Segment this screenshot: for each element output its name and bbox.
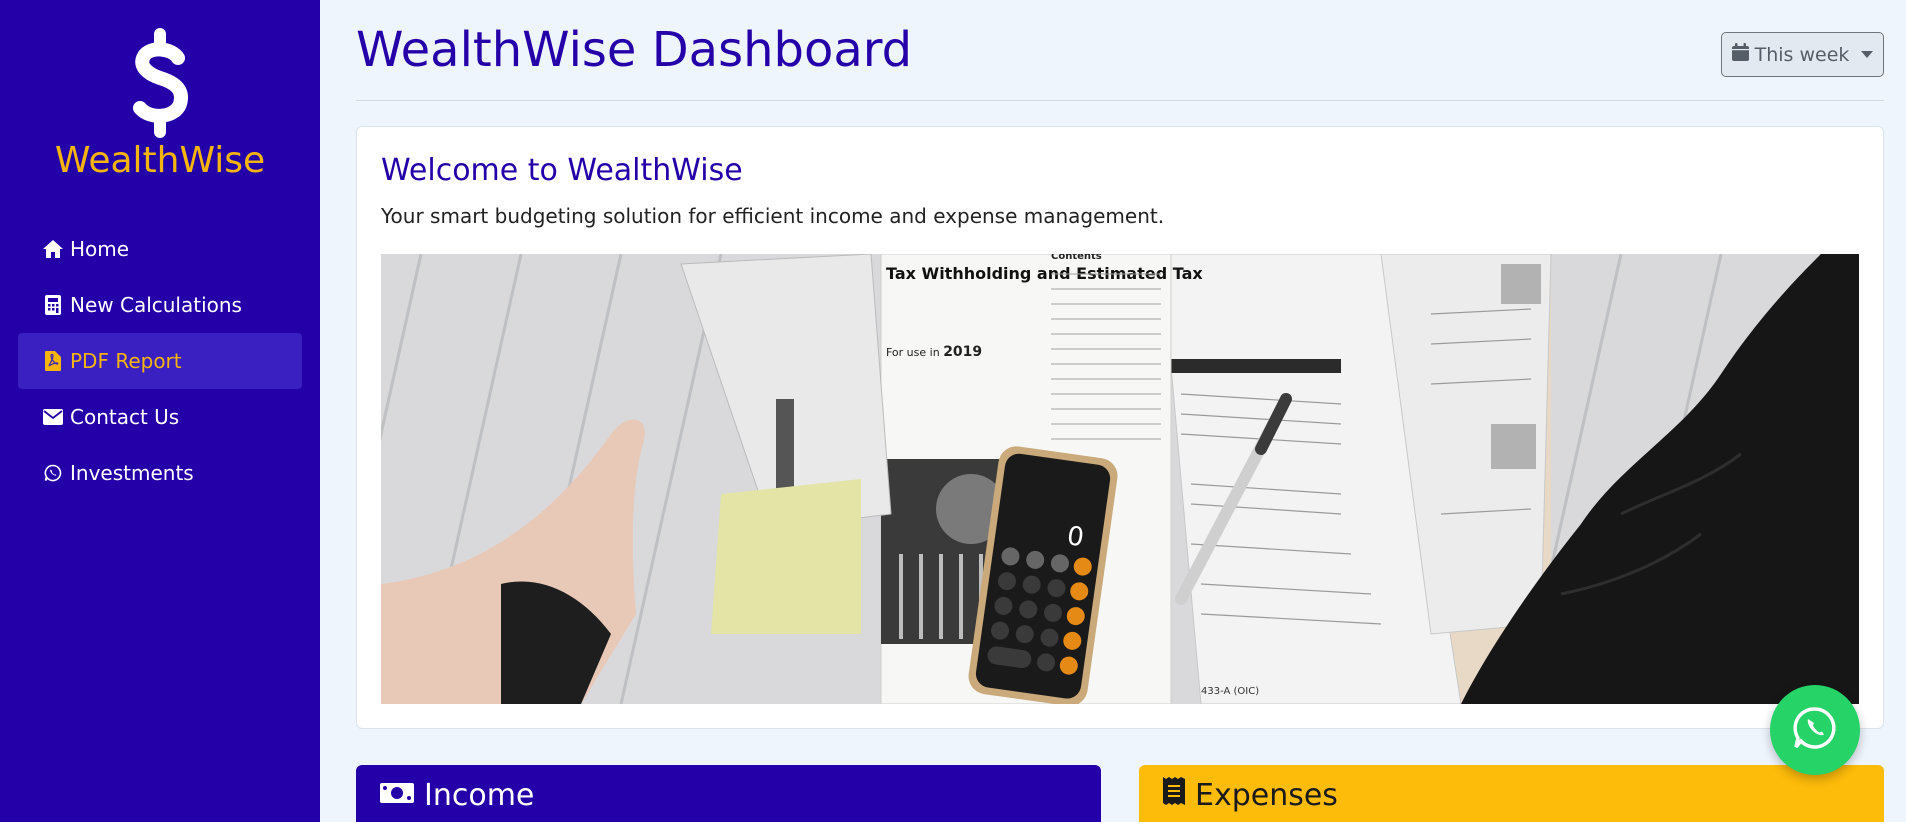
- calendar-icon: [1731, 43, 1749, 66]
- topbar: WealthWise Dashboard This week: [356, 0, 1884, 101]
- expenses-title: Expenses: [1195, 777, 1338, 813]
- booklet-use: For use in: [886, 346, 940, 359]
- calculator-icon: [42, 294, 64, 316]
- chevron-down-icon: [1861, 51, 1874, 58]
- envelope-icon: [42, 406, 64, 428]
- income-card-header: Income: [356, 765, 1101, 822]
- hero-image: Tax Withholding and Estimated Tax For us…: [381, 254, 1859, 704]
- expenses-card-header: Expenses: [1139, 765, 1884, 822]
- welcome-title: Welcome to WealthWise: [381, 153, 743, 188]
- money-bill-icon: [380, 778, 414, 813]
- welcome-subtitle: Your smart budgeting solution for effici…: [381, 204, 1165, 228]
- income-title: Income: [424, 777, 535, 813]
- sidebar-item-label: PDF Report: [70, 349, 182, 373]
- sidebar-item-label: New Calculations: [70, 293, 242, 317]
- sidebar-item-pdf-report[interactable]: PDF Report: [18, 333, 302, 389]
- brand-name: WealthWise: [54, 140, 266, 181]
- whatsapp-chat-button[interactable]: [1770, 685, 1860, 775]
- dollar-icon: [133, 28, 188, 138]
- sidebar: WealthWise Home New Calculations PDF Rep…: [0, 0, 320, 822]
- sidebar-item-investments[interactable]: Investments: [18, 445, 302, 501]
- sidebar-item-new-calculations[interactable]: New Calculations: [18, 277, 302, 333]
- whatsapp-icon: [42, 462, 64, 484]
- sidebar-item-label: Investments: [70, 461, 194, 485]
- sidebar-item-home[interactable]: Home: [18, 221, 302, 277]
- sidebar-item-label: Home: [70, 237, 130, 261]
- booklet-year: 2019: [943, 344, 982, 360]
- sidebar-item-contact-us[interactable]: Contact Us: [18, 389, 302, 445]
- welcome-card: Welcome to WealthWise Your smart budgeti…: [356, 126, 1884, 729]
- sidebar-nav: Home New Calculations PDF Report Contact…: [0, 221, 320, 501]
- receipt-icon: [1163, 777, 1185, 813]
- svg-text:For use in 2019: For use in 2019: [886, 344, 982, 360]
- booklet-contents: Contents: [1051, 254, 1102, 262]
- page-title: WealthWise Dashboard: [356, 22, 913, 78]
- brand[interactable]: WealthWise: [0, 0, 320, 181]
- sidebar-item-label: Contact Us: [70, 405, 180, 429]
- home-icon: [42, 238, 64, 260]
- whatsapp-icon: [1792, 705, 1838, 755]
- file-pdf-icon: [42, 350, 64, 372]
- date-range-label: This week: [1754, 43, 1850, 66]
- date-range-dropdown[interactable]: This week: [1721, 32, 1884, 77]
- hero-photo: Tax Withholding and Estimated Tax For us…: [381, 254, 1859, 704]
- main-content: WealthWise Dashboard This week Welcome t…: [356, 0, 1884, 822]
- form-code: 433-A (OIC): [1201, 686, 1259, 697]
